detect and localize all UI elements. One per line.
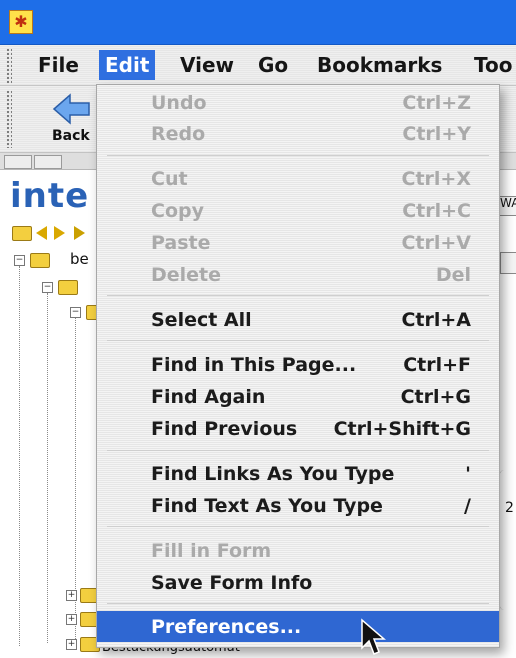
tab-stub[interactable] — [34, 155, 62, 169]
page-partial-label: WA — [500, 196, 516, 210]
menu-file[interactable]: File — [32, 50, 85, 80]
tree-item-label[interactable]: be — [70, 250, 89, 268]
menu-item-redo[interactable]: Redo Ctrl+Y — [97, 118, 499, 149]
app-icon[interactable]: ✱ — [9, 10, 33, 34]
menu-separator — [107, 340, 489, 341]
tree-prev-icon[interactable] — [36, 226, 47, 240]
tree-next-icon[interactable] — [54, 226, 65, 240]
tree-collapse-toggle[interactable]: − — [42, 282, 53, 293]
back-arrow-icon[interactable] — [52, 92, 92, 126]
menu-bookmarks[interactable]: Bookmarks — [311, 50, 448, 80]
page-partial-number: 2 — [505, 500, 514, 516]
menu-separator — [107, 450, 489, 451]
menu-item-fill-in-form[interactable]: Fill in Form — [97, 535, 499, 566]
menu-separator — [107, 295, 489, 296]
tree-expand-toggle[interactable]: + — [66, 614, 77, 625]
menu-separator — [107, 526, 489, 527]
menu-item-find-again[interactable]: Find Again Ctrl+G — [97, 381, 499, 412]
menu-item-preferences[interactable]: Preferences... — [97, 611, 499, 642]
mouse-pointer-icon — [361, 618, 387, 655]
site-logo-text: inte — [10, 176, 90, 216]
page-widget-box[interactable] — [500, 252, 516, 274]
menu-tools[interactable]: Too — [468, 50, 516, 80]
menu-item-delete[interactable]: Delete Del — [97, 259, 499, 290]
tree-collapse-toggle[interactable]: − — [70, 307, 81, 318]
folder-up-icon[interactable] — [12, 226, 32, 241]
menu-item-save-form-info[interactable]: Save Form Info — [97, 567, 499, 598]
menu-item-find-in-page[interactable]: Find in This Page... Ctrl+F — [97, 349, 499, 380]
menu-item-find-previous[interactable]: Find Previous Ctrl+Shift+G — [97, 413, 499, 444]
menu-item-find-links-as-you-type[interactable]: Find Links As You Type ' — [97, 458, 499, 489]
menu-view[interactable]: View — [174, 50, 240, 80]
edit-menu-dropdown: Undo Ctrl+Z Redo Ctrl+Y Cut Ctrl+X Copy … — [96, 84, 500, 648]
folder-icon — [30, 253, 50, 268]
tree-connector-line — [19, 266, 20, 646]
toolbar-grip-handle[interactable] — [6, 90, 12, 148]
menu-separator — [107, 155, 489, 156]
menu-item-undo[interactable]: Undo Ctrl+Z — [97, 87, 499, 118]
menu-go[interactable]: Go — [252, 50, 294, 80]
menubar-grip-handle[interactable] — [6, 48, 12, 84]
tree-next-end-icon[interactable] — [74, 226, 85, 240]
tree-connector-line — [47, 293, 48, 643]
folder-icon — [58, 280, 78, 295]
menu-item-paste[interactable]: Paste Ctrl+V — [97, 227, 499, 258]
title-bar: ✱ — [0, 0, 516, 45]
tree-expand-toggle[interactable]: + — [66, 590, 77, 601]
tab-stub[interactable] — [4, 155, 32, 169]
back-button-label[interactable]: Back — [52, 128, 90, 144]
menu-item-copy[interactable]: Copy Ctrl+C — [97, 195, 499, 226]
menu-edit[interactable]: Edit — [99, 50, 156, 80]
menu-item-cut[interactable]: Cut Ctrl+X — [97, 163, 499, 194]
tree-expand-toggle[interactable]: + — [66, 639, 77, 650]
menu-item-find-text-as-you-type[interactable]: Find Text As You Type / — [97, 490, 499, 521]
menu-item-select-all[interactable]: Select All Ctrl+A — [97, 304, 499, 335]
tree-collapse-toggle[interactable]: − — [14, 255, 25, 266]
menu-separator — [107, 603, 489, 604]
